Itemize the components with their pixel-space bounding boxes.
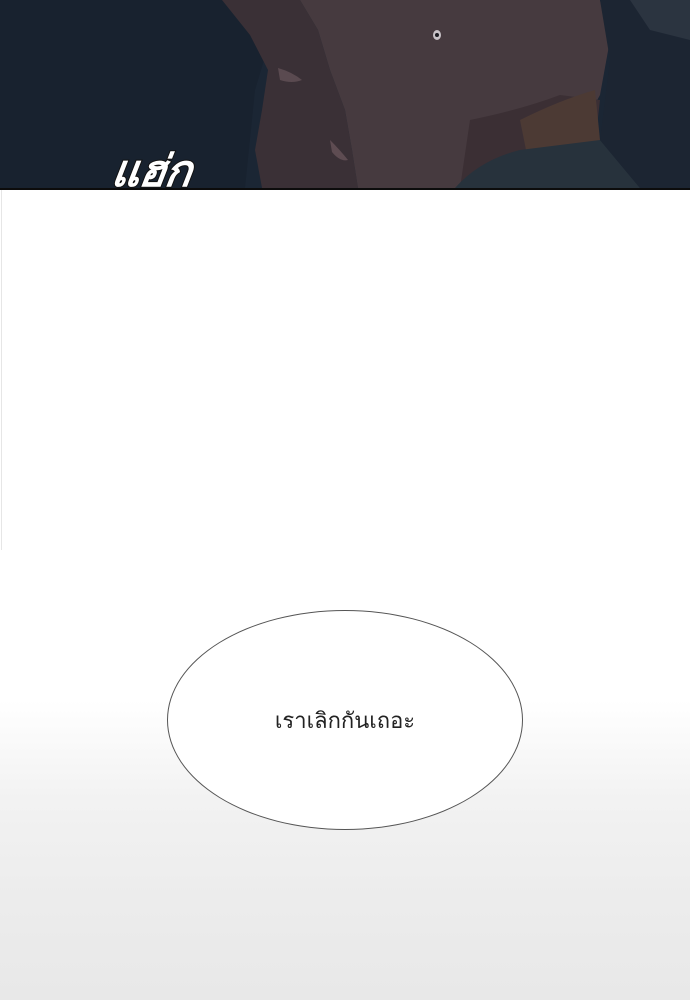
comic-page: แฮ่ก เราเลิกกันเถอะ bbox=[0, 0, 690, 1000]
panel-edge-line bbox=[1, 190, 2, 550]
speech-bubble-text: เราเลิกกันเถอะ bbox=[274, 708, 416, 734]
speech-bubble: เราเลิกกันเถอะ bbox=[167, 610, 523, 830]
sound-effect-text: แฮ่ก bbox=[107, 145, 195, 190]
comic-panel-top: แฮ่ก bbox=[0, 0, 690, 190]
panel-artwork bbox=[0, 0, 690, 188]
